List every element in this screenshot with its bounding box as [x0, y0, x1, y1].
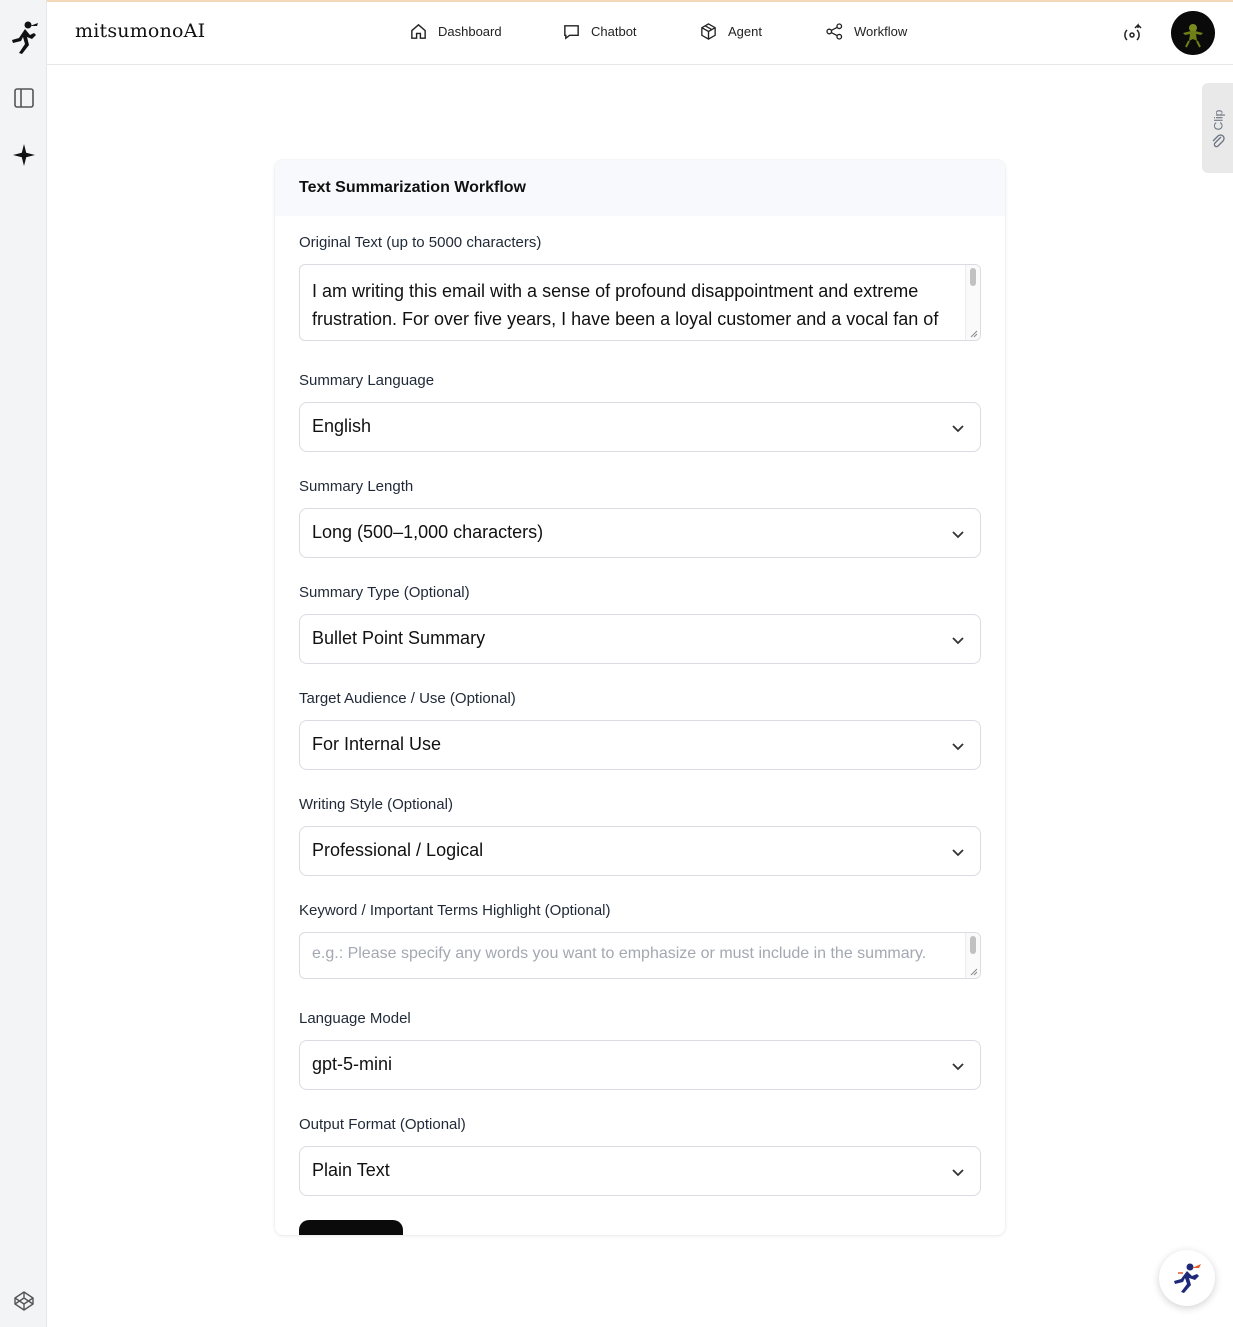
- language-model-select[interactable]: gpt-5-mini: [299, 1040, 981, 1090]
- ninja-runner-icon: [1174, 1263, 1201, 1293]
- nav-chatbot-label: Chatbot: [591, 24, 637, 39]
- language-model-label: Language Model: [299, 1010, 411, 1027]
- writing-style-value: Professional / Logical: [312, 840, 484, 860]
- sparkle-icon[interactable]: [0, 142, 47, 168]
- summary-language-label: Summary Language: [299, 372, 435, 389]
- resize-handle-icon[interactable]: [968, 328, 978, 338]
- keywords-label: Keyword / Important Terms Highlight (Opt…: [299, 902, 611, 919]
- app-logo-icon[interactable]: [0, 18, 47, 58]
- brand-name[interactable]: mitsumonoAI: [75, 20, 205, 42]
- chevron-down-icon: [952, 531, 964, 539]
- cube-icon: [701, 23, 716, 40]
- resize-handle-icon[interactable]: [968, 966, 978, 976]
- user-avatar[interactable]: [1171, 11, 1215, 55]
- summary-type-select[interactable]: Bullet Point Summary: [299, 614, 981, 664]
- chevron-down-icon: [952, 743, 964, 751]
- paperclip-icon: [1212, 134, 1225, 148]
- output-format-value: Plain Text: [312, 1160, 390, 1180]
- summary-length-value: Long (500–1,000 characters): [312, 522, 544, 542]
- nav-workflow[interactable]: Workflow: [825, 22, 907, 41]
- chevron-down-icon: [952, 849, 964, 857]
- original-text-textarea[interactable]: I am writing this email with a sense of …: [299, 264, 981, 341]
- workflow-form-card: Text Summarization Workflow Original Tex…: [275, 160, 1005, 1235]
- original-text-label: Original Text (up to 5000 characters): [299, 234, 542, 251]
- summary-length-select[interactable]: Long (500–1,000 characters): [299, 508, 981, 558]
- summary-length-label: Summary Length: [299, 478, 414, 495]
- nav-workflow-label: Workflow: [854, 24, 908, 39]
- summary-type-value: Bullet Point Summary: [312, 628, 486, 648]
- assistant-fab-button[interactable]: [1159, 1250, 1215, 1306]
- writing-style-label: Writing Style (Optional): [299, 796, 453, 813]
- home-icon: [411, 23, 426, 39]
- output-format-select[interactable]: Plain Text: [299, 1146, 981, 1196]
- chat-icon: [564, 25, 579, 40]
- target-audience-label: Target Audience / Use (Optional): [299, 690, 516, 707]
- target-audience-select[interactable]: For Internal Use: [299, 720, 981, 770]
- nav-dashboard-label: Dashboard: [438, 24, 502, 39]
- language-model-value: gpt-5-mini: [312, 1054, 393, 1074]
- clip-side-tab[interactable]: Clip: [1202, 83, 1233, 173]
- broadcast-icon[interactable]: [1121, 22, 1145, 51]
- chevron-down-icon: [952, 637, 964, 645]
- nav-agent[interactable]: Agent: [699, 22, 762, 41]
- form-title: Text Summarization Workflow: [275, 160, 1005, 216]
- top-navbar: mitsumonoAI Dashboard Chatbot Agent Work…: [47, 2, 1233, 65]
- nav-agent-label: Agent: [728, 24, 762, 39]
- summary-type-label: Summary Type (Optional): [299, 584, 470, 601]
- sidebar-toggle-icon[interactable]: [0, 86, 47, 110]
- chevron-down-icon: [952, 1169, 964, 1177]
- submit-button[interactable]: [299, 1220, 403, 1235]
- left-sidebar: [0, 0, 47, 1327]
- output-format-label: Output Format (Optional): [299, 1116, 466, 1133]
- chevron-down-icon: [952, 425, 964, 433]
- clip-tab-label: Clip: [1211, 109, 1226, 131]
- original-text-value: I am writing this email with a sense of …: [312, 281, 939, 329]
- summary-language-select[interactable]: English: [299, 402, 981, 452]
- nav-dashboard[interactable]: Dashboard: [409, 22, 502, 41]
- keywords-textarea[interactable]: e.g.: Please specify any words you want …: [299, 932, 981, 979]
- share-nodes-icon: [826, 23, 843, 40]
- chevron-down-icon: [952, 1063, 964, 1071]
- summary-language-value: English: [312, 416, 372, 436]
- target-audience-value: For Internal Use: [312, 734, 442, 754]
- nav-chatbot[interactable]: Chatbot: [562, 22, 637, 41]
- writing-style-select[interactable]: Professional / Logical: [299, 826, 981, 876]
- keywords-placeholder: e.g.: Please specify any words you want …: [312, 945, 927, 962]
- codepen-icon[interactable]: [0, 1289, 47, 1313]
